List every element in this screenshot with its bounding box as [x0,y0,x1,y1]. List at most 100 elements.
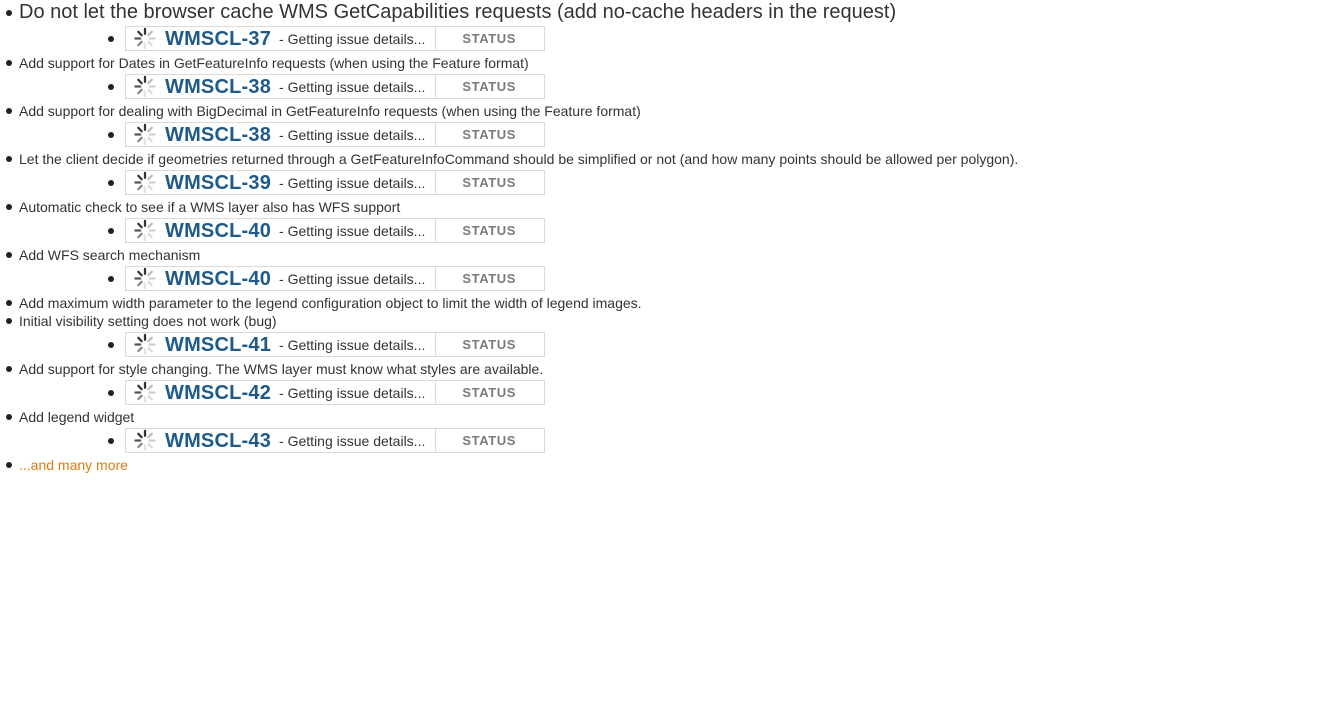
more-link[interactable]: ...and many more [19,457,128,473]
issue-summary-text: Getting issue details... [287,78,426,95]
list-item: Add legend widget WMSCL-43 - Getting iss… [0,408,1332,456]
list-item: Initial visibility setting does not work… [0,312,1332,360]
list-item: Let the client decide if geometries retu… [0,150,1332,198]
bullet-dot [6,252,12,258]
list-item-text: Automatic check to see if a WMS layer al… [19,199,401,215]
bullet-dot [6,108,12,114]
issue-summary-text: Getting issue details... [287,222,426,239]
issue-separator: - [279,432,284,449]
jira-issue-macro: WMSCL-40 - Getting issue details... STAT… [125,266,546,291]
bullet-dot [6,414,12,420]
status-badge: STATUS [435,171,544,194]
issue-summary-text: Getting issue details... [287,126,426,143]
list-item-text: Add support for dealing with BigDecimal … [19,103,641,119]
issue-separator: - [279,174,284,191]
list-item-text: Initial visibility setting does not work… [19,313,277,329]
jira-issue-macro: WMSCL-40 - Getting issue details... STAT… [125,218,546,243]
bullet-dot [108,180,114,186]
spinner-icon [134,333,156,356]
spinner-icon [134,267,156,290]
status-badge: STATUS [435,429,544,452]
issue-key-link[interactable]: WMSCL-38 [165,77,271,97]
jira-issue-macro: WMSCL-43 - Getting issue details... STAT… [125,428,546,453]
spinner-icon [134,123,156,146]
issue-row: WMSCL-38 - Getting issue details... STAT… [19,72,1332,102]
issue-summary-text: Getting issue details... [287,432,426,449]
issue-key-link[interactable]: WMSCL-39 [165,173,271,193]
bullet-dot [6,10,12,16]
status-badge: STATUS [435,123,544,146]
bullet-dot [108,390,114,396]
bullet-dot [108,36,114,42]
jira-issue-macro: WMSCL-42 - Getting issue details... STAT… [125,380,546,405]
issue-separator: - [279,384,284,401]
status-badge: STATUS [435,381,544,404]
jira-issue-macro: WMSCL-37 - Getting issue details... STAT… [125,26,546,51]
issue-summary-text: Getting issue details... [287,174,426,191]
status-badge: STATUS [435,219,544,242]
status-badge: STATUS [435,75,544,98]
issue-summary: - Getting issue details... [279,174,425,192]
issue-row: WMSCL-40 - Getting issue details... STAT… [19,216,1332,246]
issue-key-link[interactable]: WMSCL-42 [165,383,271,403]
issue-separator: - [279,30,284,47]
issue-separator: - [279,270,284,287]
list-item-text: Add support for Dates in GetFeatureInfo … [19,55,529,71]
issue-key-link[interactable]: WMSCL-41 [165,335,271,355]
list-item: Add support for style changing. The WMS … [0,360,1332,408]
bullet-dot [108,84,114,90]
spinner-icon [134,27,156,50]
issue-key-link[interactable]: WMSCL-43 [165,431,271,451]
issue-key-link[interactable]: WMSCL-40 [165,221,271,241]
jira-issue-macro: WMSCL-41 - Getting issue details... STAT… [125,332,546,357]
bullet-dot [108,276,114,282]
bullet-dot [108,228,114,234]
issue-summary: - Getting issue details... [279,432,425,450]
list-item-more: ...and many more [0,456,1332,474]
bullet-dot [108,342,114,348]
issue-row: WMSCL-37 - Getting issue details... STAT… [19,24,1332,54]
issue-row: WMSCL-40 - Getting issue details... STAT… [19,264,1332,294]
issue-key-link[interactable]: WMSCL-37 [165,27,271,51]
bullet-dot [108,132,114,138]
bullet-dot [6,462,12,468]
list-item: Add support for dealing with BigDecimal … [0,102,1332,150]
spinner-icon [134,219,156,242]
issue-row: WMSCL-42 - Getting issue details... STAT… [19,378,1332,408]
issue-summary: - Getting issue details... [279,78,425,96]
list-item-text: Let the client decide if geometries retu… [19,151,1019,167]
bullet-dot [6,156,12,162]
list-item: Add support for Dates in GetFeatureInfo … [0,54,1332,102]
issue-row: WMSCL-43 - Getting issue details... STAT… [19,426,1332,456]
list-item-text: Add WFS search mechanism [19,247,201,263]
issue-separator: - [279,126,284,143]
bullet-dot [6,366,12,372]
spinner-icon [134,75,156,98]
jira-issue-macro: WMSCL-39 - Getting issue details... STAT… [125,170,546,195]
issue-summary: - Getting issue details... [279,27,425,51]
spinner-icon [134,171,156,194]
issue-row: WMSCL-39 - Getting issue details... STAT… [19,168,1332,198]
issue-summary: - Getting issue details... [279,222,425,240]
list-item-text: Add maximum width parameter to the legen… [19,295,642,311]
spinner-icon [134,381,156,404]
jira-issue-macro: WMSCL-38 - Getting issue details... STAT… [125,122,546,147]
list-item: Do not let the browser cache WMS GetCapa… [0,0,1332,54]
issue-key-link[interactable]: WMSCL-38 [165,125,271,145]
issue-separator: - [279,336,284,353]
bullet-dot [6,204,12,210]
issue-row: WMSCL-41 - Getting issue details... STAT… [19,330,1332,360]
issue-summary: - Getting issue details... [279,384,425,402]
issue-summary: - Getting issue details... [279,126,425,144]
status-badge: STATUS [435,267,544,290]
list-item-text: Add support for style changing. The WMS … [19,361,544,377]
spinner-icon [134,429,156,452]
bullet-dot [6,60,12,66]
issue-summary-text: Getting issue details... [287,270,426,287]
list-item: Add maximum width parameter to the legen… [0,294,1332,312]
issue-summary-text: Getting issue details... [287,336,426,353]
issue-key-link[interactable]: WMSCL-40 [165,269,271,289]
bullet-dot [6,318,12,324]
issue-summary: - Getting issue details... [279,336,425,354]
issue-summary-text: Getting issue details... [287,30,426,47]
